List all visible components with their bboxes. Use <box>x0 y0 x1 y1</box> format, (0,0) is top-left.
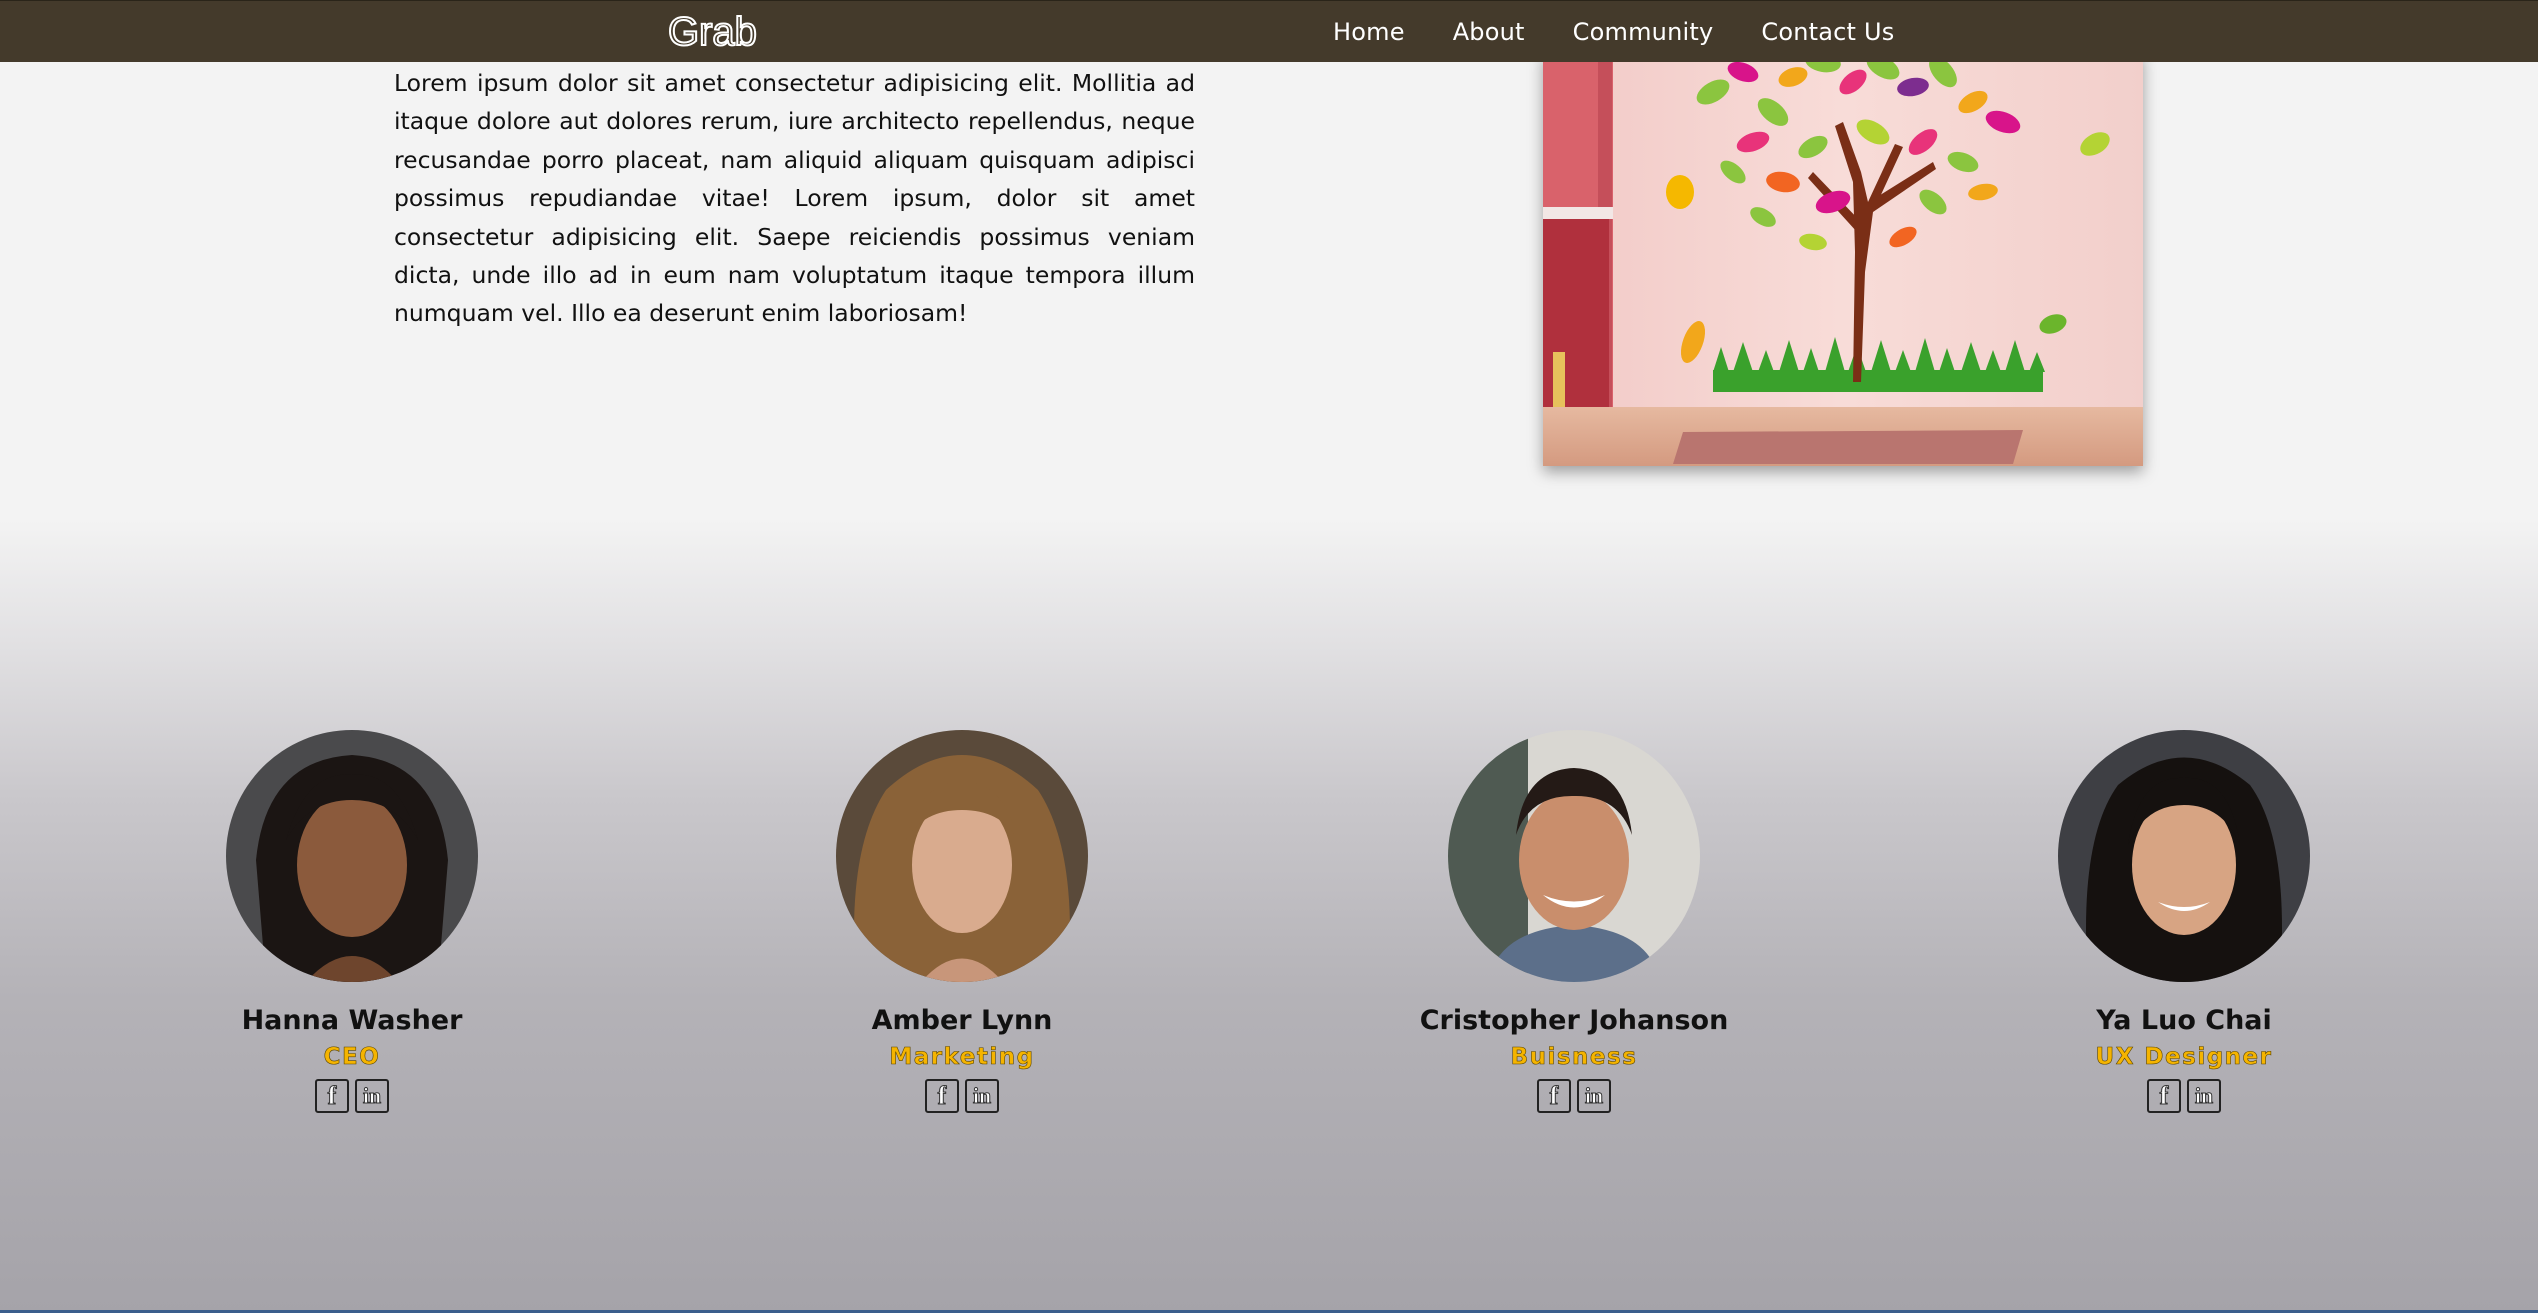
facebook-icon[interactable]: f <box>2147 1079 2181 1113</box>
linkedin-icon[interactable]: in <box>965 1079 999 1113</box>
member-role: Marketing <box>889 1044 1035 1071</box>
linkedin-icon[interactable]: in <box>2187 1079 2221 1113</box>
team-member-card: Amber Lynn Marketing f in <box>792 730 1132 1113</box>
facebook-icon[interactable]: f <box>1537 1079 1571 1113</box>
member-role: Buisness <box>1510 1044 1638 1071</box>
team-member-card: Hanna Washer CEO f in <box>182 730 522 1113</box>
member-name: Hanna Washer <box>241 1005 463 1036</box>
member-name: Cristopher Johanson <box>1419 1005 1729 1036</box>
nav-links: Home About Community Contact Us <box>1333 1 1894 63</box>
avatar <box>226 730 478 982</box>
avatar <box>2058 730 2310 982</box>
member-role: UX Designer <box>2095 1044 2273 1071</box>
social-links: f in <box>2014 1079 2354 1113</box>
tree-wall-image <box>1543 52 2143 466</box>
facebook-icon[interactable]: f <box>315 1079 349 1113</box>
grab-logo[interactable]: Grab <box>668 9 774 53</box>
linkedin-icon[interactable]: in <box>355 1079 389 1113</box>
social-links: f in <box>1404 1079 1744 1113</box>
social-links: f in <box>792 1079 1132 1113</box>
nav-link-contact-us[interactable]: Contact Us <box>1761 18 1894 46</box>
team-member-card: Ya Luo Chai UX Designer f in <box>2014 730 2354 1113</box>
nav-link-home[interactable]: Home <box>1333 18 1405 46</box>
member-name: Amber Lynn <box>871 1005 1053 1036</box>
nav-link-community[interactable]: Community <box>1573 18 1714 46</box>
social-links: f in <box>182 1079 522 1113</box>
intro-paragraph: Lorem ipsum dolor sit amet consectetur a… <box>394 69 1195 328</box>
member-role: CEO <box>323 1044 381 1071</box>
avatar <box>836 730 1088 982</box>
svg-text:Grab: Grab <box>668 10 757 53</box>
member-name: Ya Luo Chai <box>2096 1005 2272 1036</box>
linkedin-icon[interactable]: in <box>1577 1079 1611 1113</box>
nav-link-about[interactable]: About <box>1453 18 1525 46</box>
facebook-icon[interactable]: f <box>925 1079 959 1113</box>
team-member-card: Cristopher Johanson Buisness f in <box>1404 730 1744 1113</box>
navbar: Grab Home About Community Contact Us <box>0 0 2538 62</box>
avatar <box>1448 730 1700 982</box>
